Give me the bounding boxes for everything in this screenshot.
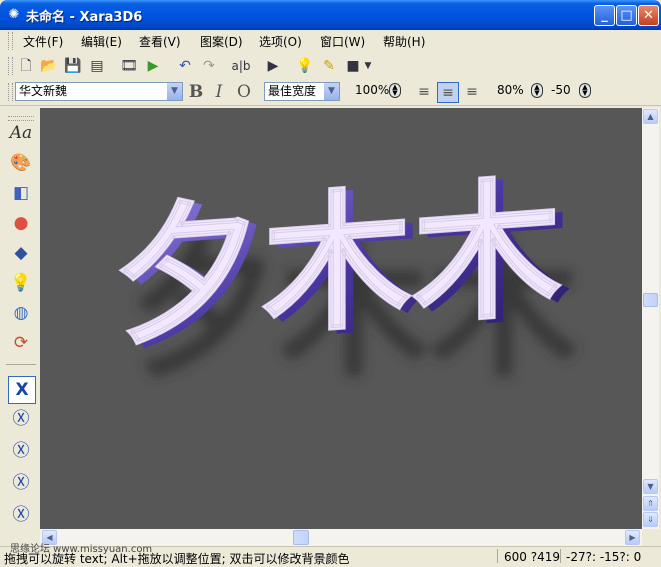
- page-up-icon[interactable]: ⇑: [643, 496, 658, 511]
- font-select-value: 华文新魏: [19, 84, 68, 98]
- line-spacing-field[interactable]: 80% ▲ ▼: [494, 82, 544, 101]
- menu-view[interactable]: 查看(V): [139, 33, 181, 50]
- horizontal-scroll-thumb[interactable]: [293, 530, 309, 545]
- title-bar: ✺ 未命名 - Xara3D6 _ □ ✕: [0, 0, 661, 30]
- bevel-icon[interactable]: ◆: [8, 240, 34, 266]
- zoom-field[interactable]: 100% ▲ ▼: [352, 82, 402, 101]
- canvas-3d-text-svg[interactable]: 夕木木 夕木木 夕木木: [40, 108, 642, 529]
- line-spacing-value: 80%: [497, 83, 524, 97]
- align-right-icon[interactable]: ≡: [461, 82, 483, 103]
- new-icon[interactable]: 🗋: [15, 55, 37, 77]
- chevron-down-icon[interactable]: ▼: [167, 83, 182, 100]
- xara-swirl-icon[interactable]: ✺: [6, 7, 22, 23]
- animation-icon[interactable]: ▶: [262, 55, 284, 77]
- lighting-icon[interactable]: 💡: [8, 270, 34, 296]
- chevron-down-icon[interactable]: ▼: [324, 83, 339, 100]
- maximize-icon[interactable]: □: [616, 5, 637, 26]
- main-toolbar: 🗋 📂 💾 ▤ 🎞 ▶ ↶ ↷ a|b ▶ 💡 ✎ ■ ▼: [0, 52, 661, 80]
- export-icon[interactable]: ▤: [86, 55, 108, 77]
- scroll-up-icon[interactable]: ▲: [643, 109, 658, 124]
- minimize-icon[interactable]: _: [594, 5, 615, 26]
- font-select[interactable]: 华文新魏 ▼: [15, 82, 183, 101]
- x-template-icon-2[interactable]: Ⓧ: [8, 406, 34, 432]
- extrude-icon[interactable]: ◧: [8, 180, 34, 206]
- divider: [6, 364, 36, 367]
- watermark: 思缘论坛 www.missyuan.com: [10, 544, 153, 555]
- text-edit-icon[interactable]: a|b: [230, 55, 252, 77]
- spacing-select[interactable]: 最佳宽度 ▼: [264, 82, 340, 101]
- window-title: 未命名 - Xara3D6: [26, 10, 143, 25]
- close-icon[interactable]: ✕: [638, 5, 659, 26]
- left-toolbar: Aa 🎨 ◧ ● ◆ 💡 ◍ ⟳ X Ⓧ Ⓧ Ⓧ Ⓧ: [0, 108, 40, 530]
- spacing-select-value: 最佳宽度: [268, 84, 317, 98]
- color-palette-icon[interactable]: 🎨: [8, 150, 34, 176]
- save-icon[interactable]: 💾: [62, 55, 84, 77]
- x-template-icon-5[interactable]: Ⓧ: [8, 502, 34, 528]
- film-icon[interactable]: 🎞: [118, 55, 140, 77]
- toolbar-grip[interactable]: [8, 32, 13, 50]
- kerning-value: -50: [551, 83, 571, 97]
- toolbar-grip[interactable]: [8, 83, 13, 101]
- scroll-down-icon[interactable]: ▼: [643, 479, 658, 494]
- open-icon[interactable]: 📂: [38, 55, 60, 77]
- page-down-icon[interactable]: ⇓: [643, 512, 658, 527]
- menu-bar: 文件(F) 编辑(E) 查看(V) 图案(D) 选项(O) 窗口(W) 帮助(H…: [0, 30, 661, 52]
- menu-design[interactable]: 图案(D): [200, 33, 243, 50]
- play-icon[interactable]: ▶: [142, 55, 164, 77]
- kerning-field[interactable]: -50 ▲ ▼: [548, 82, 592, 101]
- align-center-icon[interactable]: ≡: [437, 82, 459, 103]
- text-face: 夕木木: [112, 160, 562, 367]
- x-template-icon-4[interactable]: Ⓧ: [8, 470, 34, 496]
- zoom-value: 100%: [355, 83, 390, 97]
- menu-help[interactable]: 帮助(H): [383, 33, 425, 50]
- text-style-icon[interactable]: Aa: [8, 120, 34, 146]
- menu-options[interactable]: 选项(O): [259, 33, 302, 50]
- divider: [497, 549, 498, 563]
- canvas-3d-view[interactable]: 夕木木 夕木木 夕木木: [40, 108, 642, 529]
- chevron-down-icon[interactable]: ▼: [362, 55, 374, 77]
- menu-edit[interactable]: 编辑(E): [81, 33, 122, 50]
- spin-icon[interactable]: ▲ ▼: [389, 83, 401, 98]
- status-size: 600 ?419: [504, 550, 560, 564]
- window-icon[interactable]: ■: [342, 55, 364, 77]
- x-template-icon-1[interactable]: X: [8, 376, 36, 404]
- shadow-icon[interactable]: ●: [8, 210, 34, 236]
- spin-icon[interactable]: ▲ ▼: [531, 83, 543, 98]
- view-rotate-icon[interactable]: ⟳: [8, 330, 34, 356]
- scroll-right-icon[interactable]: ▶: [625, 530, 640, 545]
- vertical-scrollbar[interactable]: ▲ ▼ ⇑ ⇓: [642, 108, 659, 529]
- x-template-icon-3[interactable]: Ⓧ: [8, 438, 34, 464]
- divider: [560, 549, 561, 563]
- texture-icon[interactable]: ◍: [8, 300, 34, 326]
- redo-icon[interactable]: ↷: [198, 55, 220, 77]
- outline-button[interactable]: O: [233, 82, 255, 103]
- status-angles: -27?: -15?: 0: [566, 550, 642, 564]
- magic-icon[interactable]: ✎: [318, 55, 340, 77]
- vertical-scroll-thumb[interactable]: [643, 293, 658, 307]
- spin-icon[interactable]: ▲ ▼: [579, 83, 591, 98]
- align-left-icon[interactable]: ≡: [413, 82, 435, 103]
- bold-button[interactable]: B: [185, 82, 207, 103]
- toolbar-grip[interactable]: [8, 57, 13, 75]
- menu-file[interactable]: 文件(F): [23, 33, 63, 50]
- menu-window[interactable]: 窗口(W): [320, 33, 365, 50]
- italic-button[interactable]: I: [208, 82, 230, 103]
- bulb-icon[interactable]: 💡: [294, 55, 316, 77]
- undo-icon[interactable]: ↶: [174, 55, 196, 77]
